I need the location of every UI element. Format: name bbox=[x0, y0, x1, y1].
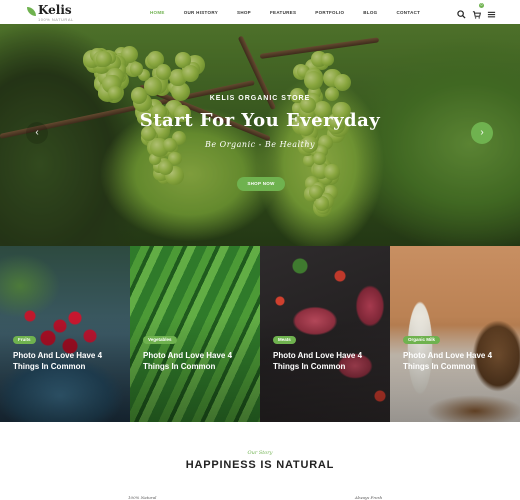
cart-count-badge: 0 bbox=[479, 3, 484, 8]
feature-fresh-label: Always Fresh bbox=[355, 495, 383, 500]
prev-slide-icon[interactable]: ‹ bbox=[26, 122, 48, 144]
feature-natural-label: 100% Natural bbox=[128, 495, 157, 500]
card-badge: Fruits bbox=[13, 336, 36, 344]
logo-text: Kelis bbox=[38, 3, 72, 17]
logo[interactable]: Kelis 100% NATURAL bbox=[27, 3, 73, 22]
card-title[interactable]: Photo And Love Have 4 Things In Common bbox=[403, 350, 513, 372]
nav-contact[interactable]: CONTACT bbox=[396, 10, 420, 15]
card-vegetables[interactable]: Vegetables Photo And Love Have 4 Things … bbox=[130, 246, 260, 422]
card-shade bbox=[0, 246, 130, 422]
story-subtitle: Our Story bbox=[247, 450, 273, 456]
cart-icon[interactable]: 0 bbox=[472, 3, 484, 19]
menu-icon[interactable] bbox=[487, 6, 496, 18]
card-badge: Vegetables bbox=[143, 336, 177, 344]
nav-shop[interactable]: SHOP bbox=[237, 10, 251, 15]
card-title[interactable]: Photo And Love Have 4 Things In Common bbox=[273, 350, 383, 372]
hero-slider: KELIS ORGANIC STORE Start For You Everyd… bbox=[0, 24, 520, 246]
card-title[interactable]: Photo And Love Have 4 Things In Common bbox=[143, 350, 253, 372]
story-title: HAPPINESS IS NATURAL bbox=[185, 459, 335, 471]
hero-overlay bbox=[0, 24, 520, 246]
hero-subtitle: KELIS ORGANIC STORE bbox=[209, 95, 311, 102]
nav-home[interactable]: HOME bbox=[150, 10, 165, 15]
leaf-icon bbox=[27, 7, 36, 16]
card-organic-milk[interactable]: Organic Milk Photo And Love Have 4 Thing… bbox=[390, 246, 520, 422]
hero-title: Start For You Everyday bbox=[139, 110, 381, 131]
category-cards: Fruits Photo And Love Have 4 Things In C… bbox=[0, 246, 520, 422]
shop-now-button[interactable]: SHOP NOW bbox=[237, 177, 285, 191]
site-header: Kelis 100% NATURAL HOME OUR HISTORY SHOP… bbox=[0, 0, 520, 24]
nav-our-history[interactable]: OUR HISTORY bbox=[184, 10, 218, 15]
card-fruits[interactable]: Fruits Photo And Love Have 4 Things In C… bbox=[0, 246, 130, 422]
nav-blog[interactable]: BLOG bbox=[363, 10, 377, 15]
logo-tagline: 100% NATURAL bbox=[38, 17, 74, 22]
header-icons: 0 bbox=[457, 3, 496, 19]
search-icon[interactable] bbox=[457, 6, 466, 19]
hero-tagline: Be Organic - Be Healthy bbox=[205, 140, 315, 149]
next-slide-icon[interactable]: › bbox=[471, 122, 493, 144]
card-title[interactable]: Photo And Love Have 4 Things In Common bbox=[13, 350, 123, 372]
card-shade bbox=[130, 246, 260, 422]
card-meats[interactable]: Meats Photo And Love Have 4 Things In Co… bbox=[260, 246, 390, 422]
card-badge: Organic Milk bbox=[403, 336, 441, 344]
card-shade bbox=[260, 246, 390, 422]
nav-features[interactable]: FEATURES bbox=[270, 10, 296, 15]
card-shade bbox=[390, 246, 520, 422]
main-nav: HOME OUR HISTORY SHOP FEATURES PORTFOLIO… bbox=[150, 0, 439, 24]
card-badge: Meats bbox=[273, 336, 296, 344]
nav-portfolio[interactable]: PORTFOLIO bbox=[315, 10, 344, 15]
